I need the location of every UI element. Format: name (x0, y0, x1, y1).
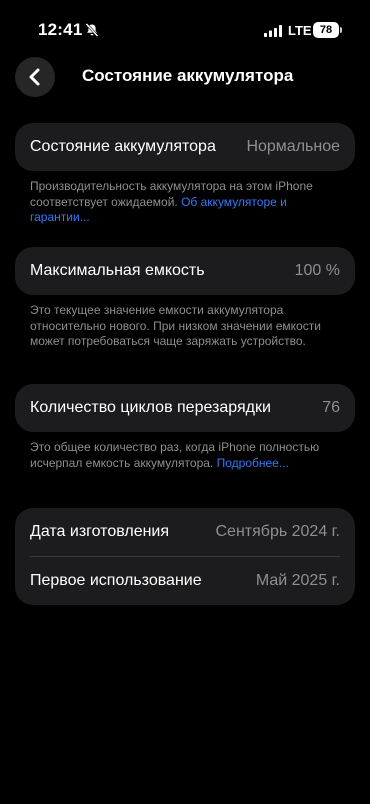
battery-tip (340, 27, 342, 33)
max-capacity-label: Максимальная емкость (30, 262, 205, 279)
first-use-label: Первое использование (30, 572, 202, 589)
battery-health-row: Состояние аккумулятора Нормальное (15, 123, 355, 171)
cycle-count-note: Это общее количество раз, когда iPhone п… (30, 440, 345, 471)
max-capacity-value: 100 % (294, 262, 340, 279)
cycle-count-more-link[interactable]: Подробнее... (217, 456, 289, 470)
cycle-count-value: 76 (322, 399, 340, 416)
dates-card: Дата изготовления Сентябрь 2024 г. Перво… (15, 508, 355, 605)
manufacture-date-row: Дата изготовления Сентябрь 2024 г. (15, 508, 355, 556)
max-capacity-card: Максимальная емкость 100 % (15, 247, 355, 295)
max-capacity-row: Максимальная емкость 100 % (15, 247, 355, 295)
back-button[interactable] (15, 57, 55, 97)
battery-health-value: Нормальное (246, 138, 340, 155)
cycle-count-row: Количество циклов перезарядки 76 (15, 384, 355, 432)
manufacture-date-label: Дата изготовления (30, 523, 170, 540)
status-time: 12:41 (38, 20, 83, 39)
network-type: LTE (288, 23, 312, 38)
first-use-row: Первое использование Май 2025 г. (15, 557, 355, 605)
manufacture-date-value: Сентябрь 2024 г. (215, 523, 341, 540)
status-bar: 12:41 LTE 78 (0, 0, 370, 60)
cycle-count-label: Количество циклов перезарядки (30, 399, 271, 416)
battery-health-label: Состояние аккумулятора (30, 138, 216, 155)
cycle-count-card: Количество циклов перезарядки 76 (15, 384, 355, 432)
max-capacity-note: Это текущее значение емкости аккумулятор… (30, 303, 321, 348)
silent-bell-icon (85, 23, 99, 37)
cellular-signal-icon (264, 25, 282, 37)
battery-level-icon: 78 (313, 22, 339, 38)
page-title: Состояние аккумулятора (82, 66, 294, 85)
first-use-value: Май 2025 г. (255, 572, 340, 589)
battery-health-card: Состояние аккумулятора Нормальное (15, 123, 355, 171)
battery-health-note: Производительность аккумулятора на этом … (30, 179, 345, 226)
chevron-left-icon (29, 68, 40, 86)
